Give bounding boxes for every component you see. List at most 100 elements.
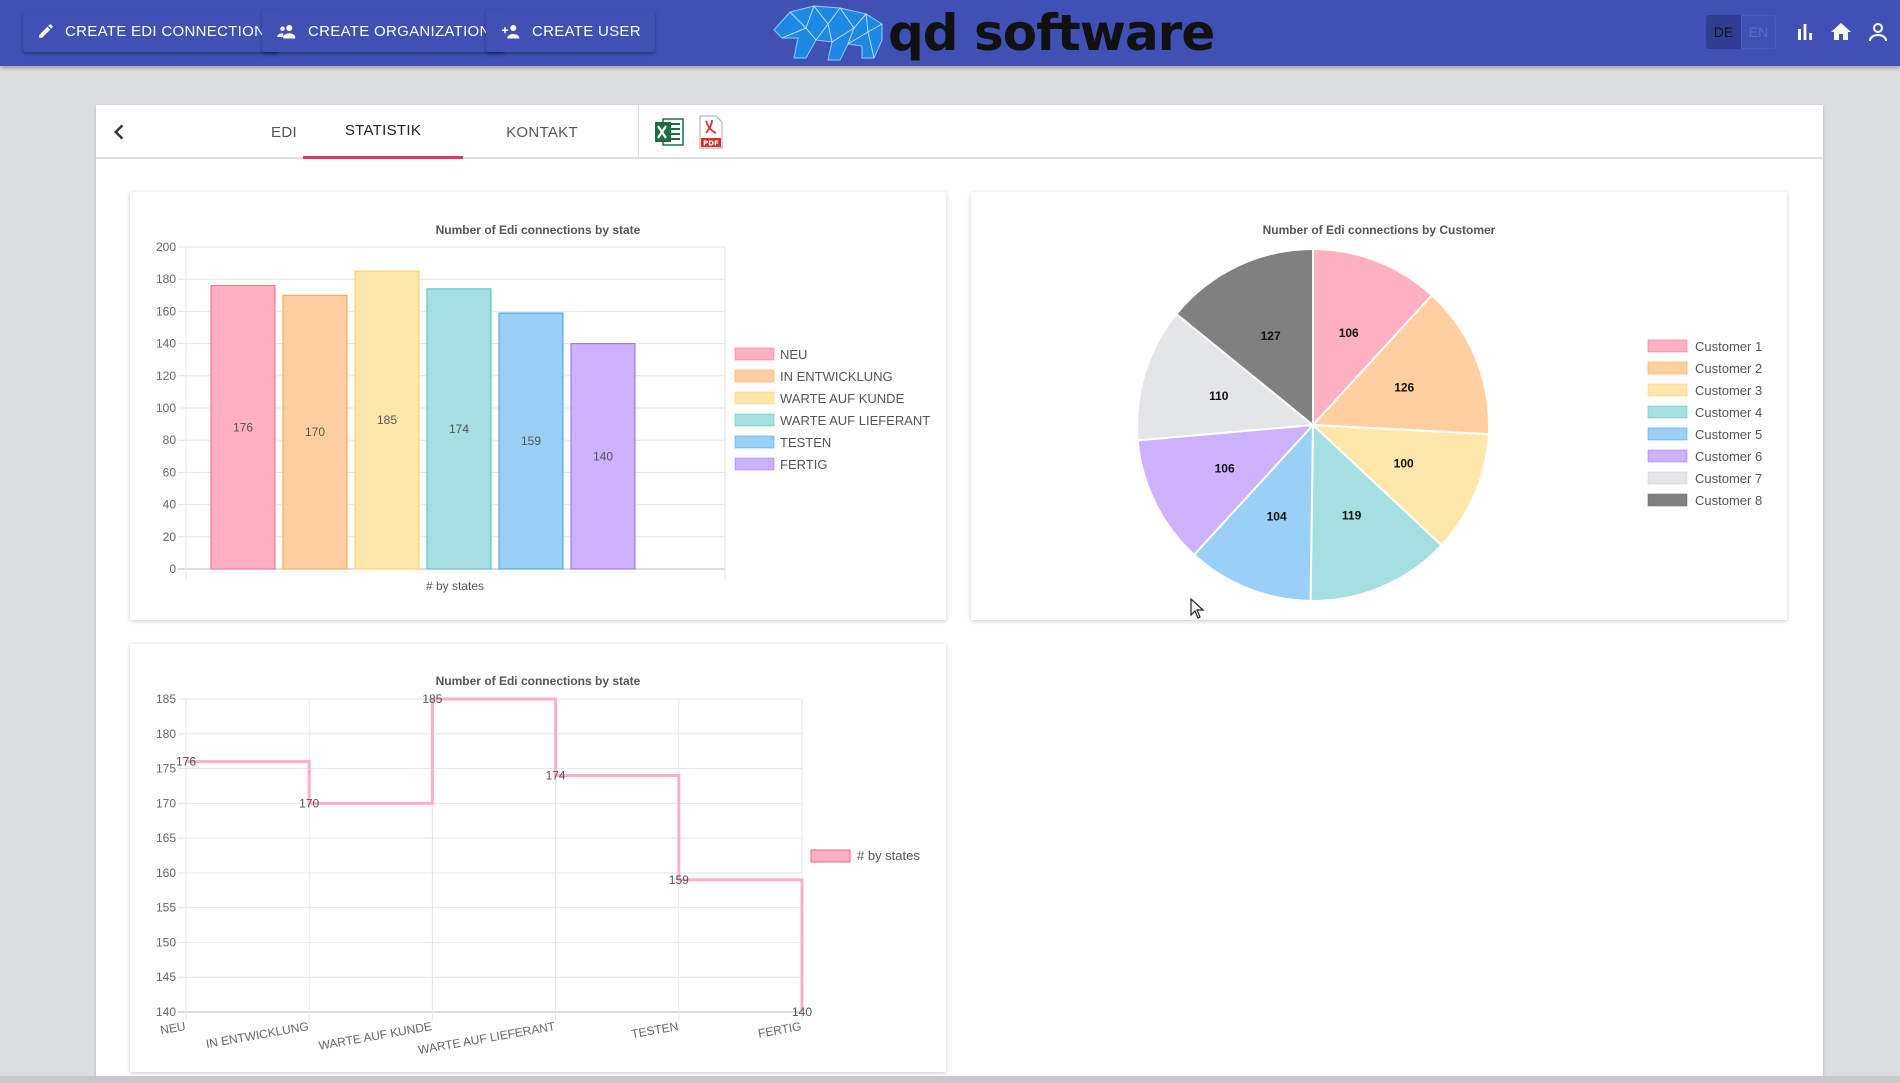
x-tick-label: NEU [159,1019,186,1037]
tab-divider [638,105,639,159]
legend-swatch [1647,427,1688,441]
x-tick-label: IN ENTWICKLUNG [205,1019,310,1051]
legend-label: # by states [857,848,920,863]
create-edi-connection-label: CREATE EDI CONNECTION [65,22,266,40]
line-chart-panel: Number of Edi connections by state 140 145… [130,644,946,1072]
account-icon[interactable] [1866,20,1890,44]
legend-label: WARTE AUF LIEFERANT [780,413,930,428]
y-tick-label: 155 [156,901,176,915]
point-data-label: 185 [422,692,442,706]
create-organization-button[interactable]: CREATE ORGANIZATION [262,10,505,52]
legend-label: Customer 1 [1695,339,1762,354]
slice-data-label: 106 [1339,326,1359,340]
top-app-bar: CREATE EDI CONNECTION CREATE ORGANIZATIO… [0,0,1900,66]
horizontal-scrollbar[interactable] [0,1076,1900,1083]
chart-title: Number of Edi connections by state [436,223,641,237]
y-tick-label: 40 [163,498,177,512]
legend-label: IN ENTWICKLUNG [780,369,893,384]
y-tick-label: 150 [156,935,176,949]
point-data-label: 140 [792,1005,812,1019]
home-icon[interactable] [1829,20,1853,44]
y-tick-label: 165 [156,831,176,845]
y-tick-label: 160 [156,304,176,318]
slice-data-label: 126 [1394,381,1414,395]
legend-label: TESTEN [780,435,831,450]
bar-chart: Number of Edi connections by state 0 20 40 6… [156,223,930,593]
legend-swatch [734,435,775,449]
y-tick-label: 175 [156,762,176,776]
pie-chart: Number of Edi connections by Customer 106… [1136,223,1762,602]
tab-statistik[interactable]: STATISTIK [303,105,463,159]
y-tick-label: 60 [163,465,177,479]
legend-label: Customer 8 [1695,493,1762,508]
slice-data-label: 110 [1209,389,1229,403]
bar-data-label: 170 [305,425,325,439]
logo-text: qd software [888,4,1215,62]
y-tick-label: 100 [156,401,176,415]
group-add-icon [277,25,296,39]
legend-label: Customer 3 [1695,383,1762,398]
y-tick-label: 145 [156,970,176,984]
bar-data-label: 159 [521,434,541,448]
slice-data-label: 100 [1394,457,1414,471]
bar-chart-panel: Number of Edi connections by state 0 20 40 6… [130,192,946,620]
point-data-label: 170 [299,796,319,810]
create-organization-label: CREATE ORGANIZATION [308,22,491,40]
legend-swatch [1647,361,1688,375]
legend-label: WARTE AUF KUNDE [780,391,905,406]
lang-de-button[interactable]: DE [1706,15,1741,49]
legend-swatch [810,849,851,863]
create-user-button[interactable]: CREATE USER [486,10,655,52]
legend-swatch [1647,405,1688,419]
series-line [186,697,804,1012]
y-tick-label: 180 [156,272,176,286]
x-tick-label: WARTE AUF KUNDE [318,1019,433,1053]
x-axis-label: # by states [426,579,484,593]
legend-swatch [734,347,775,361]
legend-swatch [734,457,775,471]
slice-data-label: 106 [1215,462,1235,476]
legend-swatch [1647,493,1688,507]
bar-data-label: 140 [593,449,613,463]
pdf-icon[interactable]: PDF [698,115,724,149]
legend-label: FERTIG [780,457,827,472]
legend-label: Customer 5 [1695,427,1762,442]
chevron-left-icon[interactable] [104,117,134,147]
point-data-label: 174 [546,769,566,783]
y-tick-label: 170 [156,796,176,810]
bar-data-label: 176 [233,420,253,434]
create-user-label: CREATE USER [532,22,641,40]
y-tick-label: 80 [163,433,177,447]
slice-data-label: 119 [1342,509,1362,523]
legend-label: Customer 7 [1695,471,1762,486]
excel-icon[interactable] [654,116,684,148]
lang-en-button[interactable]: EN [1741,15,1776,49]
legend-swatch [734,369,775,383]
bar-data-label: 185 [377,413,397,427]
y-tick-label: 160 [156,866,176,880]
legend-swatch [1647,383,1688,397]
y-tick-label: 0 [169,562,176,576]
slice-data-label: 127 [1261,329,1281,343]
legend-swatch [1647,339,1688,353]
legend-label: Customer 4 [1695,405,1762,420]
y-tick-label: 120 [156,369,176,383]
legend-swatch [734,413,775,427]
y-tick-label: 20 [163,530,177,544]
tab-kontakt[interactable]: KONTAKT [462,105,622,159]
x-tick-label: TESTEN [630,1019,679,1041]
legend-label: Customer 2 [1695,361,1762,376]
slice-data-label: 104 [1267,510,1287,524]
legend-label: NEU [780,347,807,362]
pie-chart-panel: Number of Edi connections by Customer 106… [971,192,1787,620]
y-tick-label: 185 [156,692,176,706]
chart-title: Number of Edi connections by Customer [1263,223,1496,237]
point-data-label: 159 [669,873,689,887]
bar-chart-icon[interactable] [1793,20,1817,44]
bar-data-label: 174 [449,422,469,436]
tab-bar: EDI STATISTIK KONTAKT PDF [96,105,1823,159]
line-chart: Number of Edi connections by state 140 145… [156,674,920,1057]
x-tick-label: FERTIG [757,1019,803,1040]
x-tick-label: WARTE AUF LIEFERANT [417,1019,557,1057]
create-edi-connection-button[interactable]: CREATE EDI CONNECTION [23,10,280,52]
